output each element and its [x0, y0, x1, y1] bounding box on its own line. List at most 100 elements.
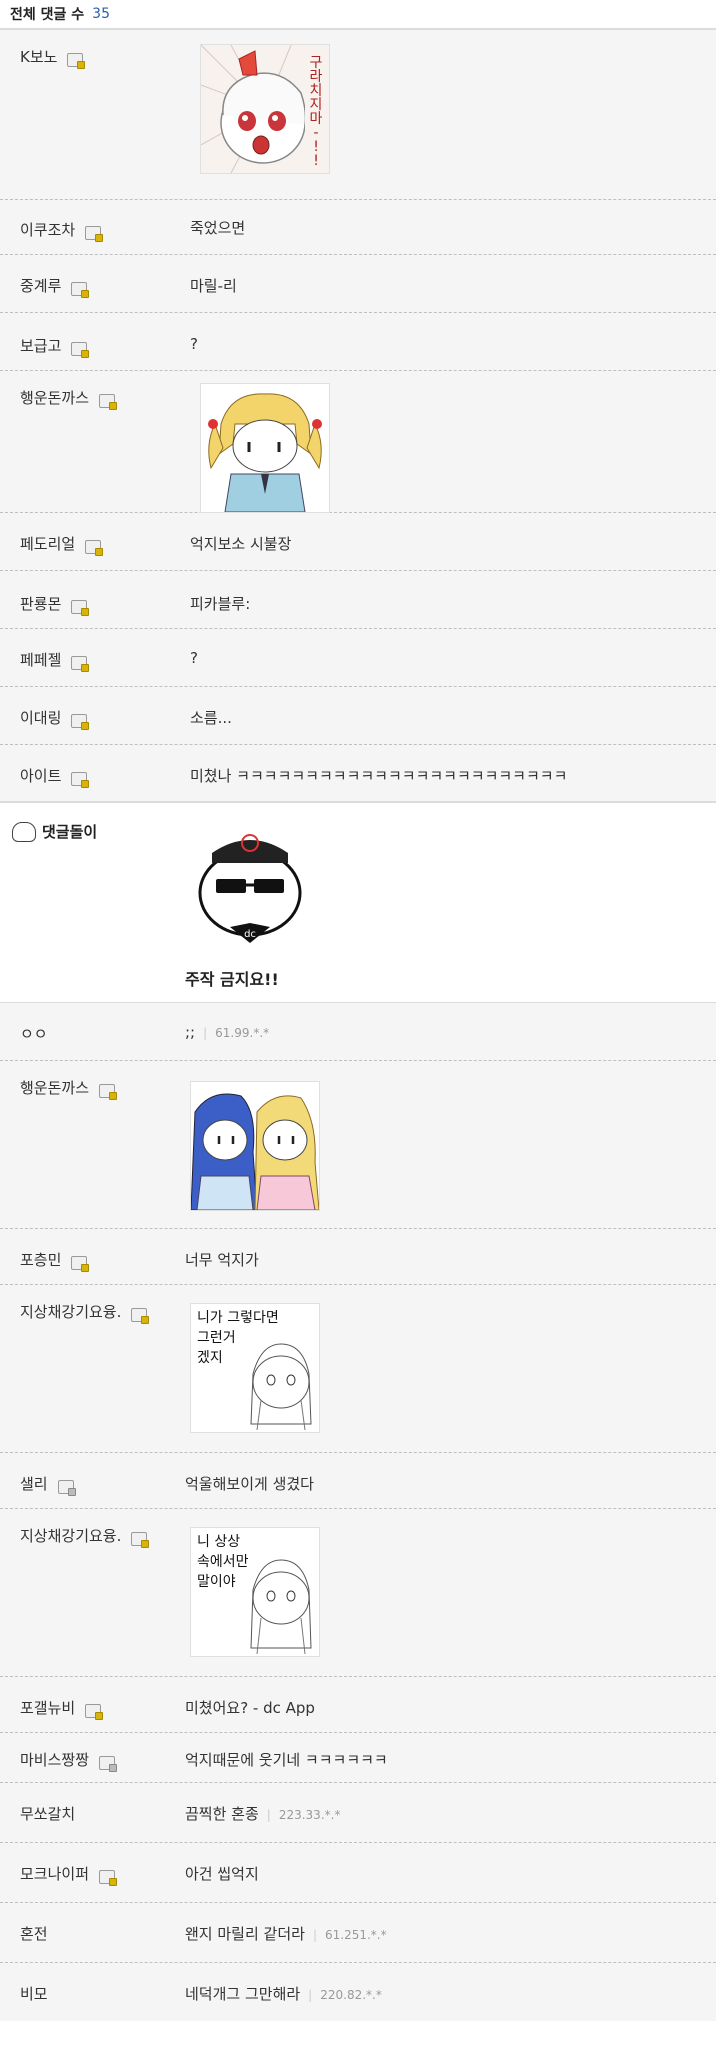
- comment-author[interactable]: 중계루: [20, 275, 90, 298]
- comment-body: ;;: [185, 1023, 196, 1041]
- gallog-icon[interactable]: [71, 341, 90, 358]
- comment-author[interactable]: 지상채강기요융.: [20, 1525, 150, 1548]
- gallog-icon[interactable]: [131, 1307, 150, 1324]
- manga-line-2: 그런거: [197, 1330, 236, 1346]
- comment-author[interactable]: 비모: [20, 1983, 48, 2004]
- comment-row: 샐리 억울해보이게 생겼다: [0, 1453, 716, 1509]
- author-name[interactable]: 마비스짱짱: [20, 1749, 89, 1770]
- comment-author[interactable]: 혼전: [20, 1923, 48, 1944]
- comment-text: 네덕개그 그만해라 | 220.82.*.*: [185, 1983, 382, 2004]
- gallog-icon[interactable]: [85, 1703, 104, 1720]
- comment-author[interactable]: 페페젤: [20, 649, 90, 672]
- comment-author[interactable]: ㅇㅇ: [20, 1023, 48, 1044]
- author-name[interactable]: ㅇㅇ: [20, 1023, 48, 1044]
- comment-text: 아건 씹억지: [185, 1865, 259, 1883]
- gallog-icon[interactable]: [99, 1869, 118, 1886]
- author-name[interactable]: 지상채강기요융.: [20, 1525, 121, 1546]
- author-name[interactable]: 포층민: [20, 1249, 61, 1270]
- gallog-icon[interactable]: [99, 393, 118, 410]
- comment-image[interactable]: 니가 그렇다면 그런거 겠지: [190, 1303, 320, 1433]
- comment-row: 지상채강기요융. 니가 그렇다면 그런거 겠지: [0, 1285, 716, 1453]
- bot-mascot-image: dc: [190, 823, 310, 943]
- comment-author[interactable]: 행운돈까스: [20, 1077, 118, 1100]
- gallog-icon[interactable]: [57, 1479, 76, 1496]
- gallog-icon[interactable]: [71, 771, 90, 788]
- comment-section: 전체 댓글 수 35 K보노 구 라 치 지 마 -!! 이쿠조차 죽었으면 중…: [0, 0, 716, 2021]
- comment-count: 35: [92, 6, 110, 22]
- author-name[interactable]: 혼전: [20, 1923, 48, 1944]
- comment-author[interactable]: 포층민: [20, 1249, 90, 1272]
- author-name[interactable]: 무쏘갈치: [20, 1803, 75, 1824]
- bot-name[interactable]: 댓글돌이: [42, 821, 97, 842]
- author-name[interactable]: 페페젤: [20, 649, 61, 670]
- gallog-icon[interactable]: [71, 599, 90, 616]
- comment-row: 포층민 너무 억지가: [0, 1229, 716, 1285]
- bot-badge-text: dc: [244, 929, 256, 940]
- comment-author[interactable]: 이대링: [20, 707, 90, 730]
- author-name[interactable]: 행운돈까스: [20, 1077, 89, 1098]
- comment-row: 모크나이퍼 아건 씹억지: [0, 1843, 716, 1903]
- author-name[interactable]: 모크나이퍼: [20, 1863, 89, 1884]
- gallog-icon[interactable]: [67, 52, 86, 69]
- manga-line-1: 니 상상: [197, 1534, 240, 1550]
- two-girls-image: [191, 1082, 319, 1210]
- comment-row: 판룡몬 피카블루:: [0, 571, 716, 629]
- author-name[interactable]: 페도리얼: [20, 533, 75, 554]
- gallog-icon[interactable]: [71, 281, 90, 298]
- gallog-icon[interactable]: [71, 655, 90, 672]
- ip-value: 61.251.*.*: [324, 1928, 387, 1942]
- comment-author[interactable]: 무쏘갈치: [20, 1803, 75, 1824]
- comment-author[interactable]: 행운돈까스: [20, 387, 118, 410]
- comment-text: 마릴-리: [190, 277, 237, 295]
- chibi-girl-image: [201, 384, 329, 512]
- gallog-icon[interactable]: [131, 1531, 150, 1548]
- comment-count-title: 전체 댓글 수: [10, 7, 85, 23]
- author-name[interactable]: 아이트: [20, 765, 61, 786]
- comment-row: 마비스짱짱 억지때문에 웃기네 ㅋㅋㅋㅋㅋㅋ: [0, 1733, 716, 1783]
- gallog-icon[interactable]: [99, 1755, 118, 1772]
- author-name[interactable]: 판룡몬: [20, 593, 61, 614]
- author-name[interactable]: 지상채강기요융.: [20, 1301, 121, 1322]
- author-name[interactable]: K보노: [20, 46, 57, 67]
- comment-author[interactable]: K보노: [20, 46, 86, 69]
- comment-author[interactable]: 아이트: [20, 765, 90, 788]
- ip-value: 220.82.*.*: [320, 1988, 382, 2002]
- comment-author[interactable]: 포갤뉴비: [20, 1697, 104, 1720]
- author-name[interactable]: 비모: [20, 1983, 48, 2004]
- comment-image[interactable]: 니 상상 속에서만 말이야: [190, 1527, 320, 1657]
- gallog-icon[interactable]: [71, 713, 90, 730]
- comment-author[interactable]: 판룡몬: [20, 593, 90, 616]
- comment-author[interactable]: 지상채강기요융.: [20, 1301, 150, 1324]
- author-name[interactable]: 중계루: [20, 275, 61, 296]
- comment-row: 혼전 왠지 마릴리 같더라 | 61.251.*.*: [0, 1903, 716, 1963]
- author-name[interactable]: 행운돈까스: [20, 387, 89, 408]
- comment-author[interactable]: 마비스짱짱: [20, 1749, 118, 1772]
- comment-text: 미쳤어요? - dc App: [185, 1699, 315, 1717]
- gallog-icon[interactable]: [85, 539, 104, 556]
- author-name[interactable]: 이대링: [20, 707, 61, 728]
- manga-line-2: 속에서만: [197, 1554, 249, 1570]
- comment-author[interactable]: 페도리얼: [20, 533, 104, 556]
- comment-author[interactable]: 모크나이퍼: [20, 1863, 118, 1886]
- comment-image[interactable]: [200, 383, 330, 513]
- comment-row: 페도리얼 억지보소 시불장: [0, 513, 716, 571]
- comment-text: 죽었으면: [190, 219, 246, 237]
- author-name[interactable]: 이쿠조차: [20, 219, 75, 240]
- comment-row: 무쏘갈치 끔찍한 혼종 | 223.33.*.*: [0, 1783, 716, 1843]
- comment-row: ㅇㅇ ;; | 61.99.*.*: [0, 1003, 716, 1061]
- comment-row: 행운돈까스: [0, 1061, 716, 1229]
- comment-author[interactable]: 샐리: [20, 1473, 76, 1496]
- author-name[interactable]: 보급고: [20, 335, 61, 356]
- comment-image[interactable]: [190, 1081, 320, 1211]
- manga-line-1: 니가 그렇다면: [197, 1310, 279, 1326]
- author-name[interactable]: 포갤뉴비: [20, 1697, 75, 1718]
- bot-author[interactable]: 댓글돌이: [12, 821, 97, 842]
- comment-author[interactable]: 이쿠조차: [20, 219, 104, 242]
- gallog-icon[interactable]: [85, 225, 104, 242]
- gallog-icon[interactable]: [71, 1255, 90, 1272]
- comment-author[interactable]: 보급고: [20, 335, 90, 358]
- gallog-icon[interactable]: [99, 1083, 118, 1100]
- author-name[interactable]: 샐리: [20, 1473, 48, 1494]
- comment-text: 왠지 마릴리 같더라 | 61.251.*.*: [185, 1923, 387, 1944]
- comment-image[interactable]: 구 라 치 지 마 -!!: [200, 44, 330, 174]
